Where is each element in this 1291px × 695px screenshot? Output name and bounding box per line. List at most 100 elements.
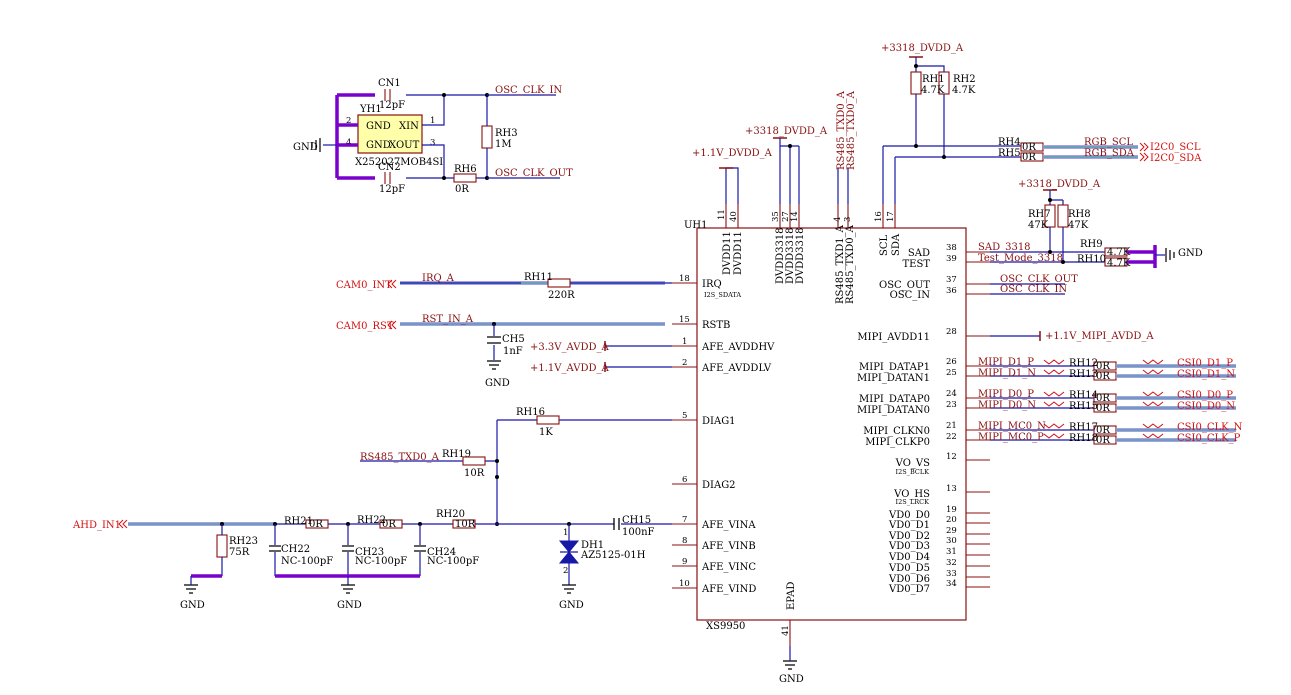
res-value: 0R [1096, 435, 1110, 446]
port-csi0-clkn[interactable]: CSI0_CLK_N [1177, 422, 1243, 433]
gnd-label: GND [559, 600, 584, 611]
top-power-section[interactable]: +1.1V_DVDD_A +3318_DVDD_A RS485_TXD0_A R… [692, 90, 857, 204]
ic-part: XS9950 [706, 621, 745, 632]
res-designator: RH23 [229, 536, 258, 547]
net-label: RS485_TXD0_A [360, 452, 440, 463]
schematic-canvas: UH1 XS9950 18 IRQ I2S_SDATA 15 RSTB 1 AF… [72, 43, 1243, 685]
crystal-pin-label: XIN [399, 121, 419, 132]
pin-num: 39 [946, 254, 957, 264]
net-label: RGB_SDA [1084, 148, 1135, 159]
crystal-pin-label: XOUT [389, 140, 420, 151]
pin-num: 3 [430, 138, 435, 148]
res-designator: RH8 [1068, 209, 1091, 220]
ic-uh1[interactable]: UH1 XS9950 18 IRQ I2S_SDATA 15 RSTB 1 AF… [672, 204, 990, 646]
pin-name: AFE_VINC [701, 562, 756, 573]
irq-rst-section[interactable]: RH11 220R IRQ_A CAM0_INT RST_IN_A CAM0_R… [336, 272, 672, 389]
gnd-label: GND [485, 378, 510, 389]
cap-value: 12pF [379, 100, 405, 111]
pin-name: AFE_AVDDHV [701, 342, 775, 353]
ic-designator: UH1 [684, 220, 708, 231]
port-ahd-in1[interactable]: AHD_IN1 [72, 520, 121, 531]
res-designator: RH13 [1069, 369, 1098, 380]
pin-num: 21 [946, 421, 957, 431]
res-value: 4.7K [952, 85, 976, 96]
port-csi0-d0p[interactable]: CSI0_D0_P [1177, 390, 1233, 401]
pin-name: AFE_VINB [701, 541, 756, 552]
pin-num: 34 [946, 579, 957, 589]
cap-value: NC-100pF [427, 556, 479, 567]
port-cam0-rst[interactable]: CAM0_RST [336, 321, 394, 332]
res-designator: RH3 [495, 128, 518, 139]
port-csi0-clkp[interactable]: CSI0_CLK_P [1177, 433, 1241, 444]
power-label: +3.3V_AVDD_A [530, 342, 609, 353]
cap-designator: CN1 [378, 78, 401, 89]
power-label: +1.1V_MIPI_AVDD_A [1045, 331, 1154, 342]
net-label: RS485_TXD0_A [846, 90, 857, 170]
res-designator: RH2 [953, 74, 976, 85]
pin-name: OSC_IN [890, 290, 931, 301]
port-csi0-d1n[interactable]: CSI0_D1_N [1177, 369, 1235, 380]
pin-num: 28 [946, 327, 957, 337]
res-designator: RH5 [998, 148, 1021, 159]
power-label: +3318_DVDD_A [881, 43, 964, 54]
crystal-pin-label: GND [366, 140, 391, 151]
pin-name: MIPI_DATAP0 [859, 394, 930, 405]
gnd-label: GND [180, 600, 205, 611]
res-value: 220R [548, 290, 575, 301]
pin-name: DVDD11 [733, 231, 744, 275]
pin-num: 2 [563, 566, 568, 576]
pin-num: 37 [946, 275, 957, 285]
pin-name: MIPI_DATAN0 [857, 405, 930, 416]
net-label: RGB_SCL [1084, 137, 1133, 148]
crystal-circuit[interactable]: YH1 X252027MOB4SI GND XIN GND XOUT 2 4 1… [293, 78, 573, 195]
res-designator: RH14 [1069, 390, 1098, 401]
pin-name: MIPI_AVDD11 [857, 332, 930, 343]
pin-num: 6 [682, 475, 687, 485]
res-value: 4.7K [921, 85, 945, 96]
pin-num: 16 [874, 211, 884, 222]
alt-label: I2S_BCLK [896, 468, 930, 476]
res-value: 10R [464, 468, 485, 479]
port-csi0-d0n[interactable]: CSI0_D0_N [1177, 401, 1235, 412]
ahd-input-section[interactable]: AHD_IN1 RH21 0R RH22 0R RH20 10R RH23 75… [72, 509, 672, 611]
pin-name: DVDD3318 [795, 227, 806, 284]
pin-num: 38 [946, 243, 957, 253]
res-value: 0R [309, 519, 323, 530]
pin-num: 23 [946, 400, 957, 410]
pin-num: 31 [946, 547, 957, 557]
port-cam0-int[interactable]: CAM0_INT [336, 280, 392, 291]
power-label: +3318_DVDD_A [745, 126, 828, 137]
pin-name: VD0_D1 [888, 520, 930, 531]
net-label: MIPI_D0_N [978, 400, 1036, 411]
diag-section[interactable]: RH16 1K RH19 10R RS485_TXD0_A [360, 407, 672, 526]
alt-label: I2S_LRCK [896, 498, 930, 506]
pin-name: IRQ [702, 279, 722, 290]
net-label: MIPI_D1_N [978, 368, 1036, 379]
cap-designator: CH15 [622, 515, 651, 526]
port-i2c0-scl[interactable]: I2C0_SCL [1150, 142, 1201, 153]
res-value: 0R [382, 519, 396, 530]
pin-num: 1 [563, 528, 568, 538]
cap-value: NC-100pF [281, 556, 333, 567]
power-label: +1.1V_AVDD_A [530, 363, 609, 374]
res-designator: RH7 [1028, 209, 1051, 220]
net-label: SAD_3318 [978, 242, 1031, 253]
net-label: OSC_CLK_IN [495, 85, 562, 96]
cap-designator: CH5 [502, 334, 525, 345]
res-designator: RH10 [1077, 254, 1106, 265]
pin-name: MIPI_DATAN1 [857, 373, 930, 384]
diode-value: AZ5125-01H [580, 550, 646, 561]
net-label: Test_Mode_3318 [978, 253, 1063, 264]
pin-num: 8 [682, 536, 687, 546]
pin-name: DIAG1 [702, 416, 736, 427]
mipi-section[interactable]: MIPI_D1_P MIPI_D1_N MIPI_D0_P MIPI_D0_N … [978, 357, 1243, 446]
port-i2c0-sda[interactable]: I2C0_SDA [1150, 153, 1202, 164]
res-designator: RH12 [1069, 358, 1098, 369]
sad-test-section[interactable]: +3318_DVDD_A RH7 47K RH8 47K SAD_3318 Te… [978, 179, 1203, 342]
pin-num: 19 [946, 505, 957, 515]
pin-num: 24 [946, 389, 957, 399]
net-label: OSC_CLK_IN [1000, 284, 1067, 295]
port-csi0-d1p[interactable]: CSI0_D1_P [1177, 358, 1233, 369]
res-value: 0R [1022, 152, 1036, 163]
pin-num: 32 [946, 558, 957, 568]
